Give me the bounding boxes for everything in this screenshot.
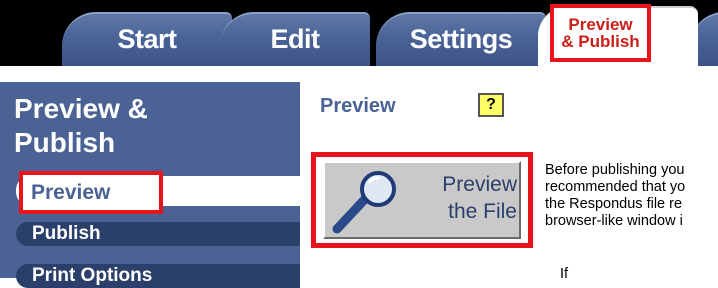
description-line: recommended that yo <box>545 179 686 195</box>
sidebar-item-print-options[interactable]: Print Options <box>16 264 300 288</box>
tab-edit[interactable]: Edit <box>220 12 370 66</box>
description-line: browser-like window i <box>545 213 683 229</box>
description-line: Before publishing you <box>545 162 685 178</box>
description-bottom-text: If <box>560 266 569 282</box>
preview-file-button-line2: the File <box>448 200 517 223</box>
sidebar-title: Preview & Publish <box>14 92 294 160</box>
sidebar-title-line2: Publish <box>14 127 116 158</box>
tab-preview-publish-label-line2: & Publish <box>561 32 640 51</box>
tab-edit-label: Edit <box>270 24 321 54</box>
magnifier-icon <box>329 169 407 240</box>
preview-file-button-label: Preview the File <box>425 171 517 225</box>
tab-start[interactable]: Start <box>62 12 232 66</box>
sidebar-item-publish-label: Publish <box>32 223 101 244</box>
tab-bar-underline <box>0 66 718 82</box>
tab-start-label: Start <box>117 24 177 54</box>
preview-description: Before publishing you recommended that y… <box>545 162 718 230</box>
sidebar-title-line1: Preview & <box>14 93 148 124</box>
tab-settings-label: Settings <box>409 24 513 54</box>
sidebar-item-publish[interactable]: Publish <box>16 222 300 246</box>
help-button[interactable]: ? <box>478 93 504 117</box>
sidebar-item-preview[interactable]: Preview <box>19 171 163 214</box>
preview-file-button-line1: Preview <box>442 173 517 196</box>
tab-bar: Start Edit Settings Preview & Publish <box>0 0 718 66</box>
sidebar-item-preview-label: Preview <box>31 180 111 204</box>
tab-preview-publish-highlight[interactable]: Preview & Publish <box>550 4 651 62</box>
description-line: the Respondus file re <box>545 196 683 212</box>
tab-settings[interactable]: Settings <box>376 12 546 66</box>
sidebar-item-print-options-label: Print Options <box>32 265 153 286</box>
page-title: Preview <box>320 95 396 117</box>
preview-file-button[interactable]: Preview the File <box>323 161 521 239</box>
tab-preview-publish-label-line1: Preview <box>568 15 633 34</box>
